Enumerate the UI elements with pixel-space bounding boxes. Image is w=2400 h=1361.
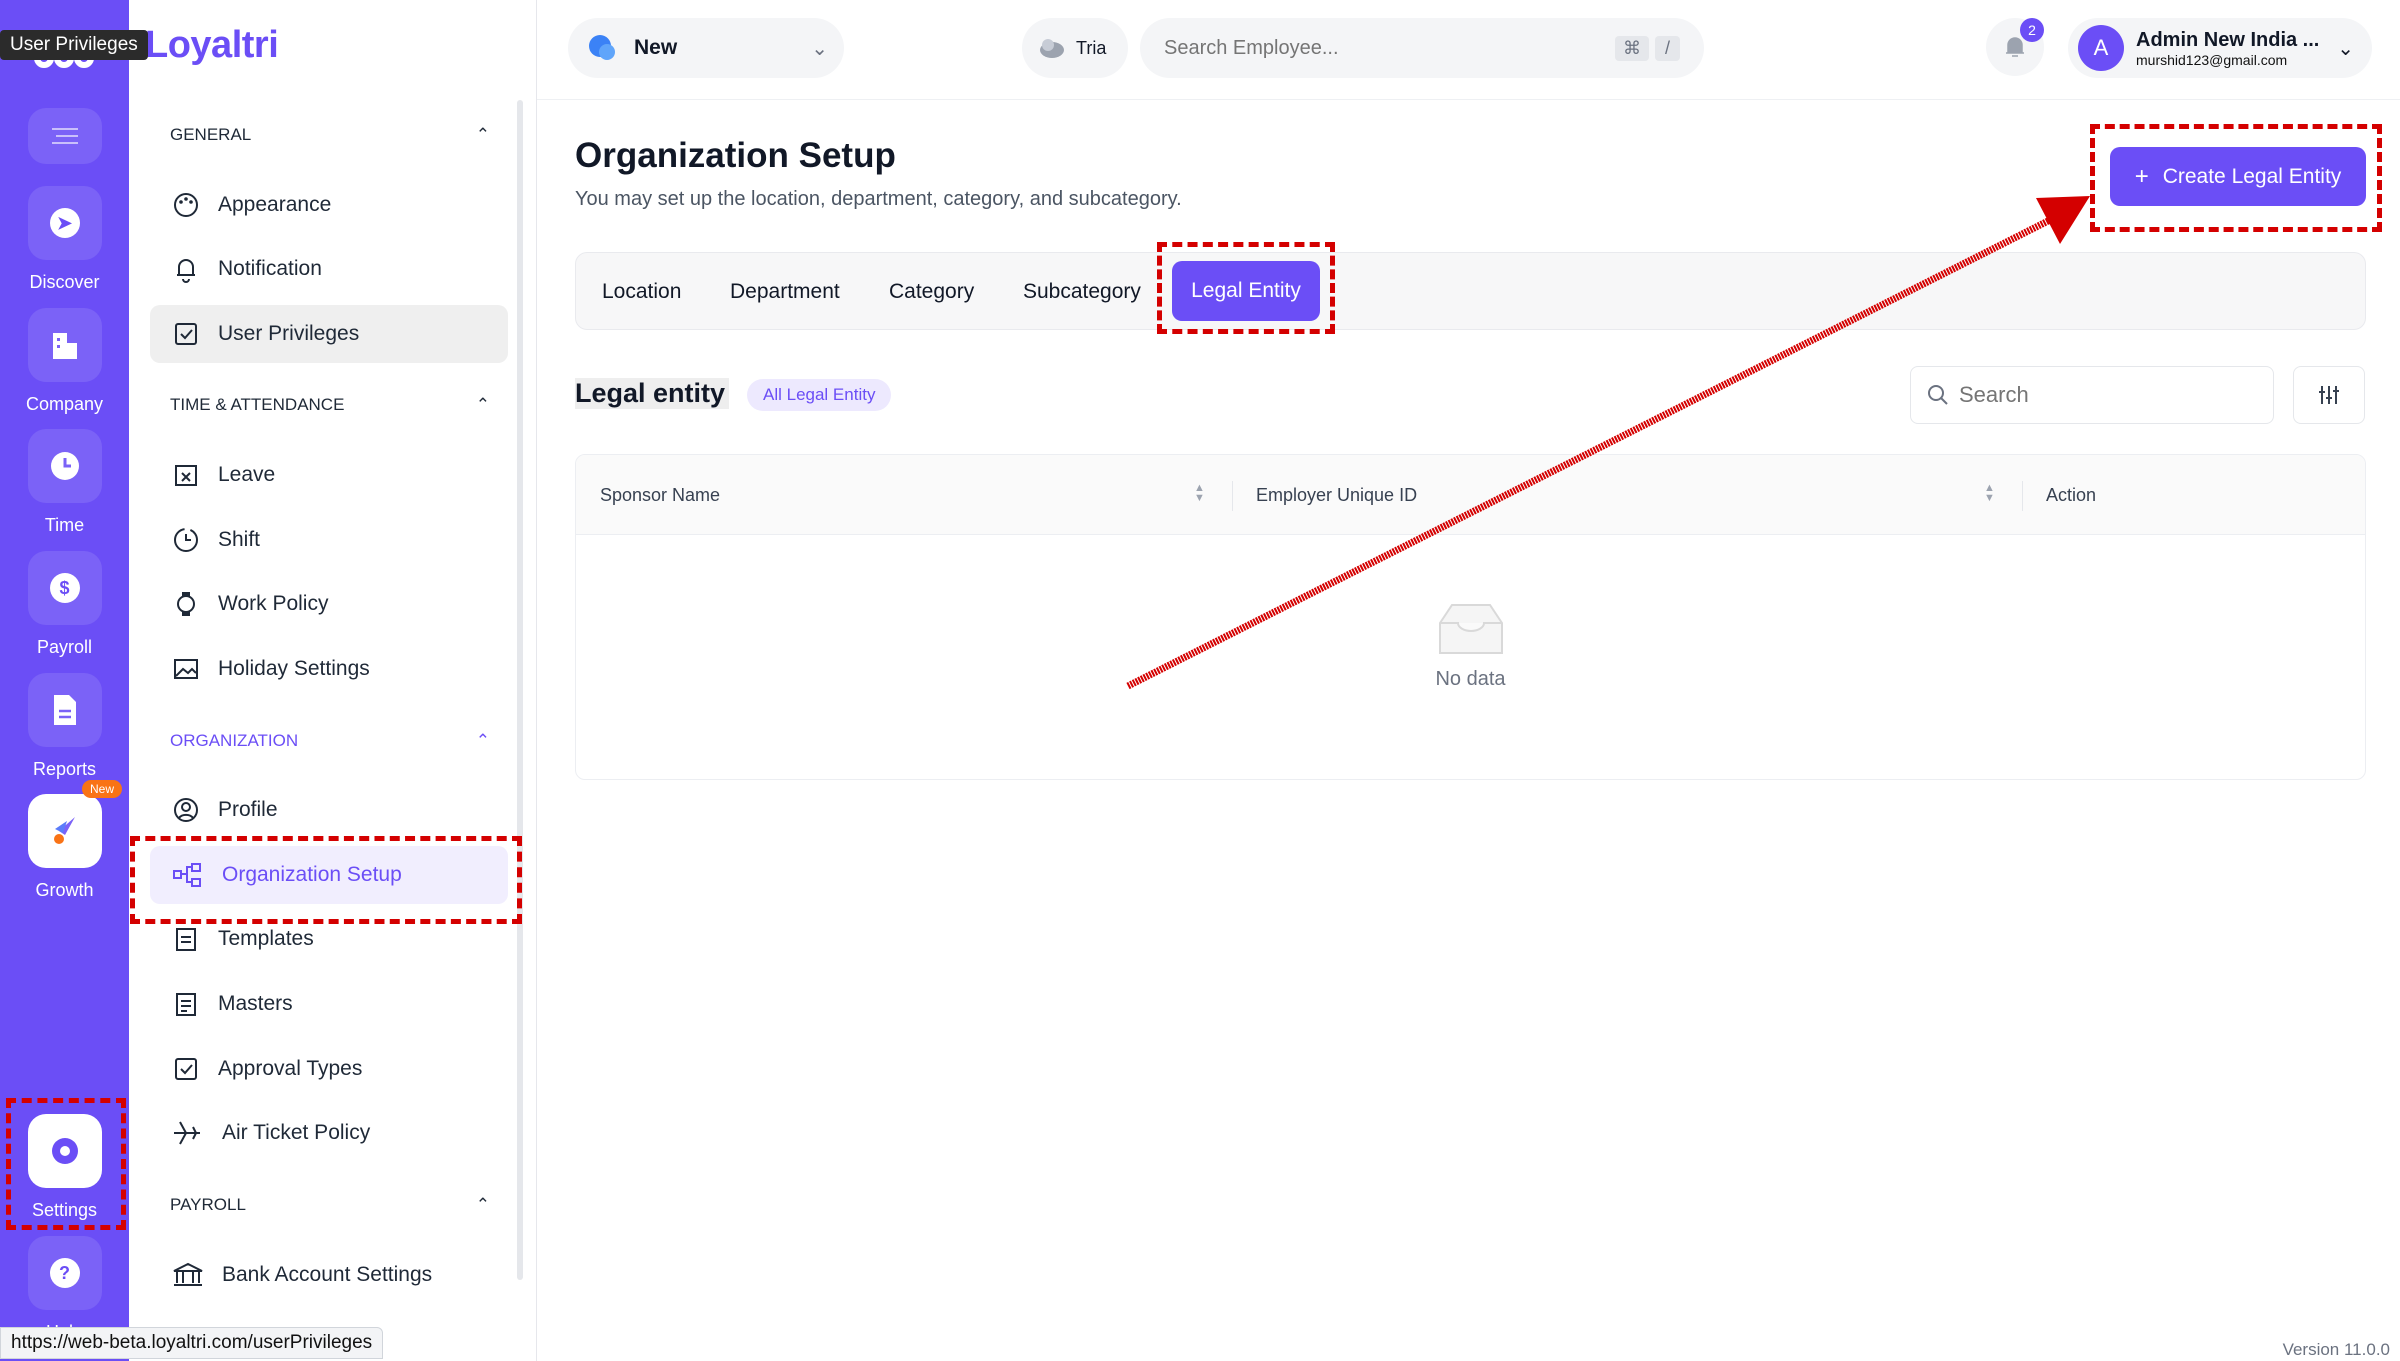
tooltip: User Privileges — [0, 30, 148, 60]
annotation-arrow — [1126, 196, 2090, 690]
